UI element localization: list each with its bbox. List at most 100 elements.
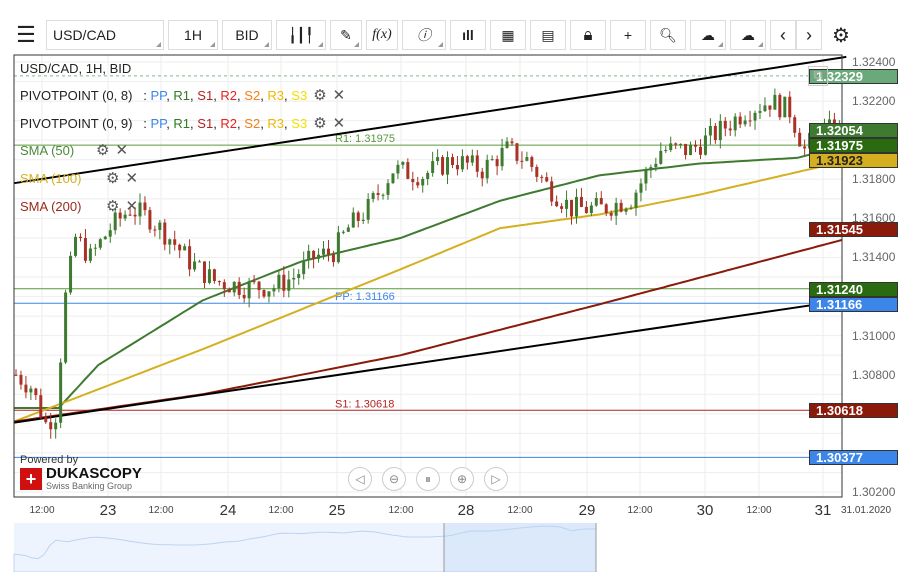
close-icon[interactable]: ✕ (115, 142, 128, 159)
candle (183, 246, 187, 251)
timeframe-select[interactable]: 1H (168, 20, 218, 50)
scroll-left-icon[interactable]: ‹ (770, 20, 796, 50)
brand-name: DUKASCOPY (46, 465, 142, 482)
candle (242, 294, 246, 299)
candle (39, 395, 43, 418)
candle (391, 173, 395, 184)
candle (788, 96, 792, 118)
gear-icon[interactable]: ⚙ (106, 198, 119, 215)
pivot-level-label: S2 (244, 116, 261, 131)
candle (287, 279, 291, 291)
pivot-level-label: R3 (267, 88, 285, 103)
news-icon[interactable]: ▤ (530, 20, 566, 50)
sma-100-line (13, 160, 843, 423)
reset-zoom-icon[interactable]: ⏸ (416, 467, 440, 491)
candle (302, 260, 306, 275)
nav-left-icon[interactable]: ◁ (348, 467, 372, 491)
gear-icon[interactable]: ⚙ (313, 115, 326, 132)
sma-label: SMA (100) (20, 171, 82, 186)
y-tick: 1.31400 (852, 250, 896, 265)
candle (188, 246, 192, 270)
scroll-right-icon[interactable]: › (796, 20, 822, 50)
candle (178, 244, 182, 251)
candle (351, 212, 355, 228)
level-label: R1: 1.31975 (335, 133, 395, 145)
candle (426, 172, 430, 179)
candle (560, 206, 564, 209)
symbol-value: USD/CAD (53, 27, 117, 43)
y-tick: 1.31600 (852, 211, 896, 226)
x-tick: 12:00 (627, 505, 653, 516)
candle (728, 128, 732, 131)
gear-icon[interactable]: ⚙ (96, 142, 109, 159)
candle (376, 193, 380, 195)
upload-cloud-icon[interactable]: ☁ (690, 20, 726, 50)
gear-icon[interactable]: ⚙ (106, 170, 119, 187)
candle (441, 157, 445, 175)
candle (421, 178, 425, 186)
candle (629, 207, 633, 209)
candle (292, 277, 296, 280)
candle (24, 384, 28, 393)
side-select[interactable]: BID (222, 20, 272, 50)
x-tick: 12:00 (268, 505, 294, 516)
candle (406, 162, 410, 179)
candle (336, 232, 340, 263)
close-icon[interactable]: ✕ (125, 170, 138, 187)
candle (753, 112, 757, 121)
candle (227, 289, 231, 293)
gear-icon[interactable]: ⚙ (313, 87, 326, 104)
volume-bars-icon[interactable]: ıll (450, 20, 486, 50)
candle (540, 176, 544, 178)
candle (168, 239, 172, 245)
settings-gear-icon[interactable]: ⚙ (826, 20, 856, 50)
crosshair-icon[interactable]: + (610, 20, 646, 50)
candle (103, 236, 107, 240)
candle (173, 239, 177, 245)
candle (684, 143, 688, 156)
candle (267, 291, 271, 297)
candle (738, 116, 742, 125)
candle (589, 205, 593, 214)
candle (669, 143, 673, 151)
calendar-icon[interactable]: ▦ (490, 20, 526, 50)
candle (743, 120, 747, 125)
candle-type-icon[interactable]: ╽┃╿ (276, 20, 326, 50)
close-icon[interactable]: ✕ (333, 87, 346, 104)
nav-right-icon[interactable]: ▷ (484, 467, 508, 491)
candle (326, 248, 330, 255)
zoom-in-icon[interactable]: ⊕ (450, 467, 474, 491)
close-icon[interactable]: ✕ (333, 115, 346, 132)
candle (341, 231, 345, 233)
zoom-icon[interactable]: 🔍︎ (650, 20, 686, 50)
candle (718, 120, 722, 141)
info-icon[interactable]: ⓘ (402, 20, 446, 50)
hamburger-menu-icon[interactable]: ☰ (10, 20, 42, 50)
close-icon[interactable]: ✕ (125, 198, 138, 215)
candle (793, 117, 797, 133)
candle (748, 120, 752, 122)
popout-icon[interactable]: ⧉ (808, 66, 828, 86)
zoom-out-icon[interactable]: ⊖ (382, 467, 406, 491)
candle (783, 96, 787, 118)
candle (396, 164, 400, 174)
y-tick: 1.31000 (852, 328, 896, 343)
candle (624, 208, 628, 212)
candle (768, 105, 772, 110)
indicators-icon[interactable]: f(x) (366, 20, 398, 50)
navigator-area (14, 523, 444, 572)
pencil-icon[interactable]: ✎ (330, 20, 362, 50)
candle (485, 159, 489, 179)
x-tick: 29 (578, 502, 596, 519)
pivot-level-label: S1 (197, 116, 214, 131)
download-cloud-icon[interactable]: ☁ (730, 20, 766, 50)
pivot-level-label: R3 (267, 116, 285, 131)
x-tick: 30 (696, 502, 714, 519)
candle (138, 202, 142, 217)
lock-icon[interactable]: 🔒︎ (570, 20, 606, 50)
symbol-select[interactable]: USD/CAD (46, 20, 164, 50)
navigator[interactable] (13, 523, 597, 572)
candle (550, 181, 554, 202)
candle (148, 210, 152, 230)
candle (480, 171, 484, 179)
